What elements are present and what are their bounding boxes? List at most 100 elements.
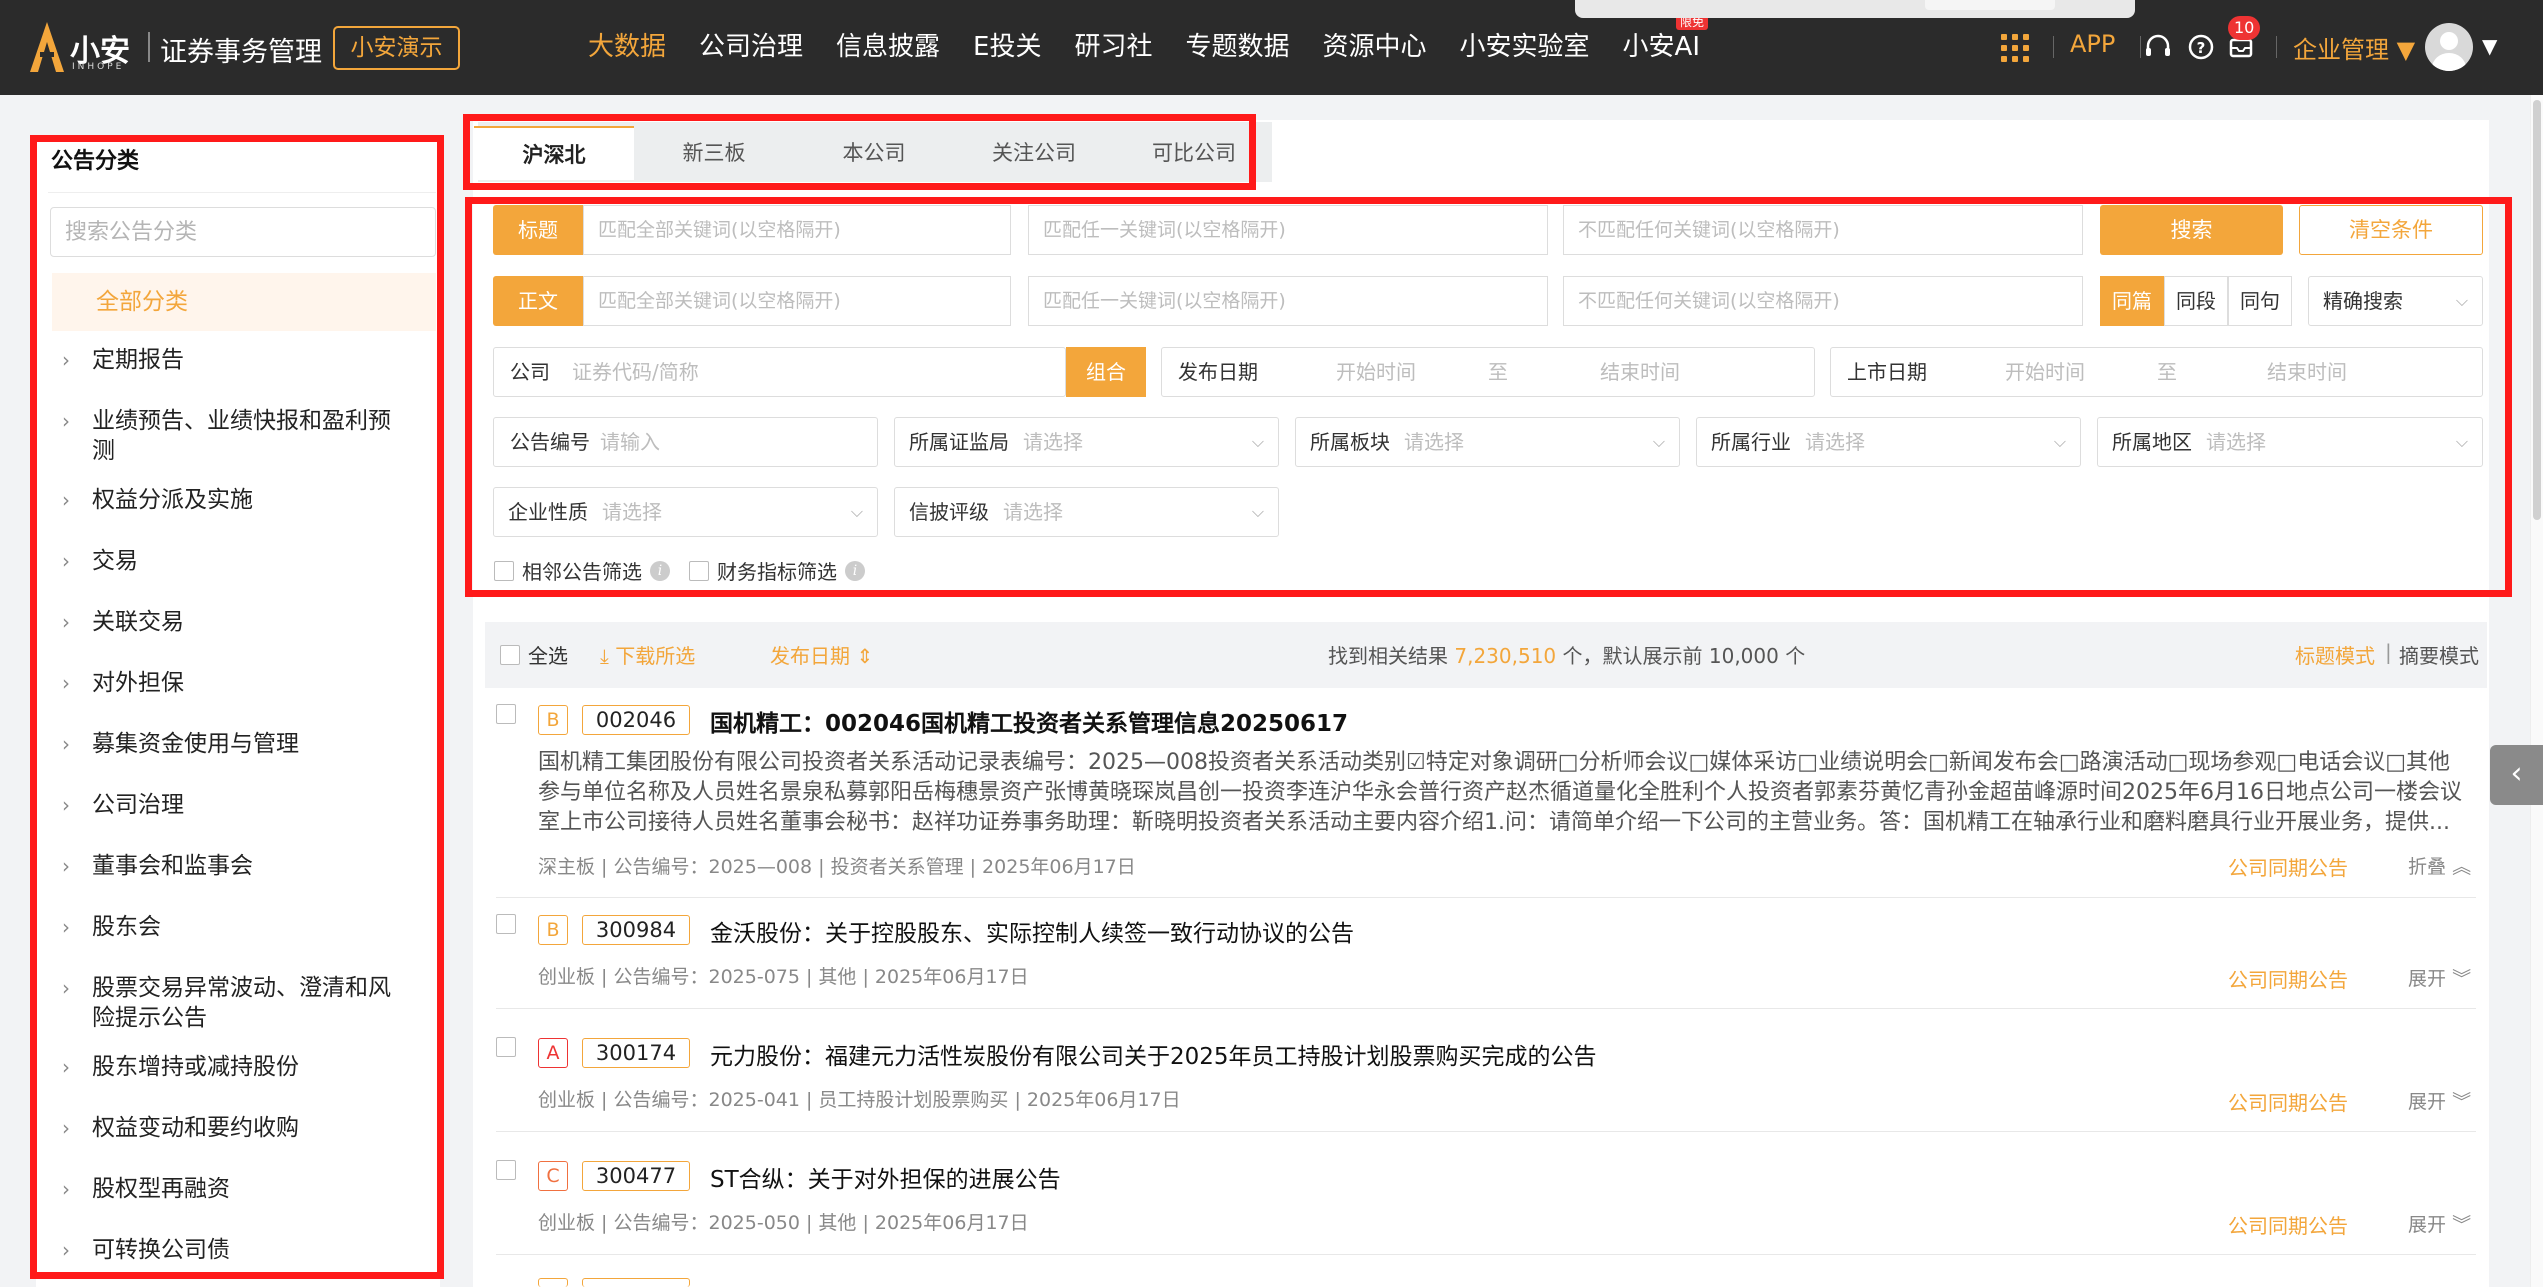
nav-corporate-governance[interactable]: 公司治理 (699, 0, 803, 95)
stock-code[interactable]: 300984 (582, 915, 690, 945)
company-field[interactable]: 公司 证券代码/简称 (493, 347, 1066, 397)
select-all-checkbox[interactable]: 全选 (500, 640, 568, 669)
app-download-link[interactable]: APP (2070, 30, 2115, 58)
disclosure-rating-select[interactable]: 信披评级 请选择 ⌵ (894, 487, 1279, 537)
expand-button[interactable]: 展开 ︾ (2408, 1210, 2471, 1237)
nav-resource-center[interactable]: 资源中心 (1323, 0, 1427, 95)
summary-mode-button[interactable]: 摘要模式 (2399, 640, 2479, 669)
sidebar-item-dividends[interactable]: › 权益分派及实施 (62, 485, 402, 515)
body-chip[interactable]: 正文 (493, 276, 583, 326)
tab-comparable-companies[interactable]: 可比公司 (1114, 126, 1274, 180)
scope-same-sentence[interactable]: 同句 (2228, 276, 2292, 326)
nav-info-disclosure[interactable]: 信息披露 (836, 0, 940, 95)
result-checkbox[interactable] (496, 1160, 516, 1180)
avatar[interactable] (2425, 23, 2473, 71)
body-any-keywords-input[interactable] (1028, 276, 1548, 326)
search-button[interactable]: 搜索 (2100, 205, 2283, 255)
stock-code[interactable]: 300174 (582, 1038, 690, 1068)
chevron-left-icon[interactable]: ‹ (2490, 745, 2543, 805)
sidebar-item-shareholder-meeting[interactable]: › 股东会 (62, 912, 402, 942)
sidebar-item-governance[interactable]: › 公司治理 (62, 790, 402, 820)
logo-icon[interactable] (30, 22, 64, 72)
same-period-notices-link[interactable]: 公司同期公告 (2228, 1210, 2348, 1239)
result-title[interactable]: 金沃股份：关于控股股东、实际控制人续签一致行动协议的公告 (710, 914, 1354, 948)
scope-same-article[interactable]: 同篇 (2100, 276, 2164, 326)
region-select[interactable]: 所属地区 请选择 ⌵ (2097, 417, 2483, 467)
end-date-placeholder: 结束时间 (2267, 360, 2347, 384)
sidebar-item-convertible-bonds[interactable]: › 可转换公司债 (62, 1235, 402, 1265)
notice-number-field[interactable]: 公告编号 请输入 (493, 417, 878, 467)
sidebar-item-raised-funds[interactable]: › 募集资金使用与管理 (62, 729, 402, 759)
sidebar-item-related-transactions[interactable]: › 关联交易 (62, 607, 402, 637)
result-checkbox[interactable] (496, 704, 516, 724)
checkbox[interactable] (494, 560, 514, 581)
stock-code[interactable]: 300477 (582, 1161, 690, 1191)
sidebar-item-transactions[interactable]: › 交易 (62, 546, 402, 576)
caret-down-icon[interactable]: ▼ (2482, 34, 2497, 58)
result-title[interactable]: 元力股份：福建元力活性炭股份有限公司关于2025年员工持股计划股票购买完成的公告 (710, 1037, 1597, 1071)
expand-button[interactable]: 展开 ︾ (2408, 1087, 2471, 1114)
demo-button[interactable]: 小安演示 (333, 26, 460, 70)
result-title[interactable]: ST合纵：关于对外担保的进展公告 (710, 1160, 1061, 1194)
headset-icon[interactable] (2143, 32, 2173, 62)
sidebar-item-earnings-forecast[interactable]: › 业绩预告、业绩快报和盈利预测 (62, 406, 402, 466)
financial-indicator-filter-checkbox[interactable]: 财务指标筛选 i (689, 556, 865, 585)
result-title[interactable]: 国机精工：002046国机精工投资者关系管理信息20250617 (710, 704, 1348, 738)
title-all-keywords-input[interactable] (583, 205, 1011, 255)
same-period-notices-link[interactable]: 公司同期公告 (2228, 964, 2348, 993)
collapse-button[interactable]: 折叠 ︽ (2408, 852, 2471, 879)
category-search-input[interactable] (50, 207, 436, 257)
title-chip[interactable]: 标题 (493, 205, 583, 255)
expand-button[interactable]: 展开 ︾ (2408, 964, 2471, 991)
same-period-notices-link[interactable]: 公司同期公告 (2228, 1087, 2348, 1116)
title-mode-button[interactable]: 标题模式 (2295, 640, 2375, 669)
info-icon[interactable]: i (650, 560, 670, 581)
nav-big-data[interactable]: 大数据 (588, 0, 666, 95)
enterprise-menu[interactable]: 企业管理 ▼ (2293, 30, 2415, 65)
company-group-button[interactable]: 组合 (1066, 347, 1146, 397)
sidebar-item-periodic-reports[interactable]: › 定期报告 (62, 345, 402, 375)
checkbox[interactable] (689, 560, 709, 581)
tab-shanghai-shenzhen-beijing[interactable]: 沪深北 (474, 126, 634, 180)
body-all-keywords-input[interactable] (583, 276, 1011, 326)
sidebar-item-guarantees[interactable]: › 对外担保 (62, 668, 402, 698)
listing-date-range[interactable]: 上市日期 开始时间 至 结束时间 (1830, 347, 2483, 397)
sidebar-item-abnormal-fluctuation[interactable]: › 股票交易异常波动、澄清和风险提示公告 (62, 973, 402, 1033)
sort-by-date-button[interactable]: 发布日期 ⇕ (770, 640, 873, 669)
body-exclude-keywords-input[interactable] (1563, 276, 2083, 326)
scrollbar-thumb[interactable] (2533, 100, 2541, 520)
scope-same-paragraph[interactable]: 同段 (2164, 276, 2228, 326)
result-checkbox[interactable] (496, 914, 516, 934)
sidebar-item-all[interactable]: 全部分类 (52, 273, 436, 331)
publish-date-range[interactable]: 发布日期 开始时间 至 结束时间 (1161, 347, 1815, 397)
help-icon[interactable]: ? (2186, 32, 2216, 62)
nav-e-investor-relations[interactable]: E投关 (973, 0, 1041, 95)
nav-topic-data[interactable]: 专题数据 (1186, 0, 1290, 95)
nav-study-club[interactable]: 研习社 (1074, 0, 1152, 95)
clear-filters-button[interactable]: 清空条件 (2299, 205, 2483, 255)
title-exclude-keywords-input[interactable] (1563, 205, 2083, 255)
tab-neeq[interactable]: 新三板 (634, 126, 794, 180)
industry-select[interactable]: 所属行业 请选择 ⌵ (1696, 417, 2081, 467)
stock-code[interactable]: 002046 (582, 705, 690, 735)
tab-followed-companies[interactable]: 关注公司 (954, 126, 1114, 180)
tab-own-company[interactable]: 本公司 (794, 126, 954, 180)
sidebar-item-share-changes[interactable]: › 股东增持或减持股份 (62, 1052, 402, 1082)
enterprise-type-select[interactable]: 企业性质 请选择 ⌵ (493, 487, 878, 537)
checkbox[interactable] (500, 644, 520, 665)
info-icon[interactable]: i (845, 560, 865, 581)
download-selected-button[interactable]: ⤓ 下载所选 (600, 640, 695, 669)
same-period-notices-link[interactable]: 公司同期公告 (2228, 852, 2348, 881)
sidebar-item-board[interactable]: › 董事会和监事会 (62, 851, 402, 881)
nav-lab[interactable]: 小安实验室 (1460, 0, 1590, 95)
board-select[interactable]: 所属板块 请选择 ⌵ (1295, 417, 1680, 467)
sidebar-item-equity-changes[interactable]: › 权益变动和要约收购 (62, 1113, 402, 1143)
title-any-keywords-input[interactable] (1028, 205, 1548, 255)
stock-code[interactable] (582, 1278, 690, 1287)
search-mode-select[interactable]: 精确搜索 ⌵ (2308, 276, 2483, 326)
result-checkbox[interactable] (496, 1037, 516, 1057)
sidebar-item-equity-refinancing[interactable]: › 股权型再融资 (62, 1174, 402, 1204)
grid-icon[interactable] (2001, 34, 2029, 62)
regulatory-bureau-select[interactable]: 所属证监局 请选择 ⌵ (894, 417, 1279, 467)
adjacent-notice-filter-checkbox[interactable]: 相邻公告筛选 i (494, 556, 670, 585)
